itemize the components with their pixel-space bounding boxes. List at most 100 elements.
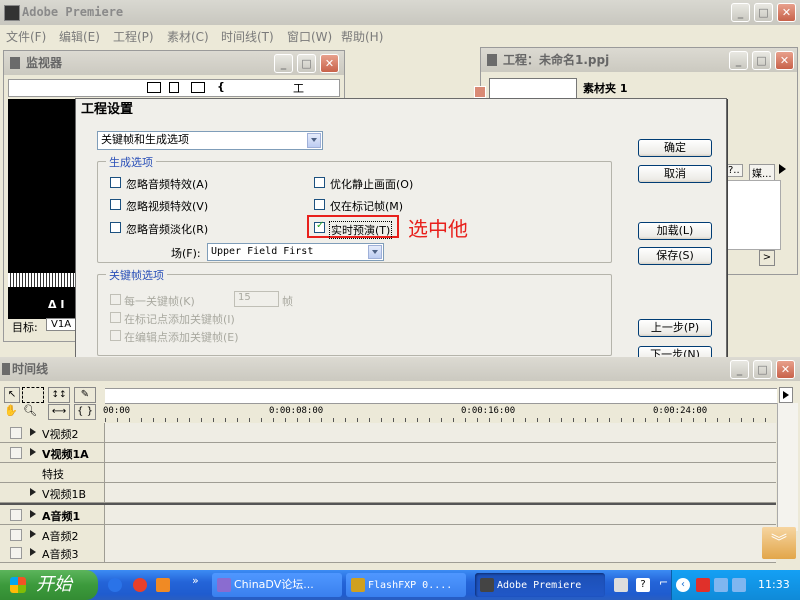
maximize-button[interactable]: □ [754, 3, 773, 22]
optimize-stills-label[interactable]: 优化静止画面(O) [330, 176, 413, 192]
project-column-b[interactable]: 媒... [749, 164, 775, 181]
track-lane[interactable] [105, 505, 776, 524]
ok-button[interactable]: 确定 [638, 139, 712, 157]
track-video-1a[interactable]: V视频1A [0, 443, 776, 463]
network-icon-2[interactable] [732, 578, 746, 592]
track-lane[interactable] [105, 525, 776, 544]
ignore-audio-fades-checkbox[interactable] [110, 222, 121, 233]
eye-toggle-icon[interactable] [10, 427, 22, 439]
track-lane[interactable] [105, 463, 776, 482]
project-close-button[interactable]: ✕ [775, 51, 794, 70]
ignore-audio-fades-label[interactable]: 忽略音频淡化(R) [126, 221, 208, 237]
project-column-a[interactable]: ?.. [725, 164, 743, 177]
track-lane[interactable] [105, 483, 776, 502]
razor-tool-icon[interactable]: ⟷ [48, 404, 70, 420]
hand-tool-icon[interactable]: ✋ [4, 404, 18, 418]
load-button[interactable]: 加载(L) [638, 222, 712, 240]
pen-tool-icon[interactable]: ✎ [74, 387, 96, 403]
network-icon[interactable] [714, 578, 728, 592]
timeline-vscroll[interactable] [777, 403, 798, 531]
track-transition[interactable]: 特技 [0, 463, 776, 483]
menu-help[interactable]: 帮助(H) [341, 28, 383, 45]
tray-extra-icon[interactable]: ⌐ [659, 576, 668, 589]
chevron-down-icon[interactable] [307, 133, 321, 148]
range-select-tool-icon[interactable] [22, 387, 44, 403]
track-audio-2[interactable]: A音频2 [0, 525, 776, 545]
single-view-icon[interactable] [169, 82, 179, 93]
track-audio-1[interactable]: A音频1 [0, 505, 776, 525]
track-lane[interactable] [105, 443, 776, 462]
add-at-markers-checkbox[interactable] [110, 312, 121, 323]
menu-window[interactable]: 窗口(W) [287, 28, 332, 45]
ruler-scroll-right-icon[interactable] [779, 387, 793, 403]
dual-view-icon[interactable] [191, 82, 205, 93]
eye-toggle-icon[interactable] [10, 447, 22, 459]
timeline-close-button[interactable]: ✕ [776, 360, 795, 379]
every-keyframe-checkbox[interactable] [110, 294, 121, 305]
project-bin-label[interactable]: 素材夹 1 [583, 80, 627, 96]
markers-only-checkbox[interactable] [314, 199, 325, 210]
track-lane[interactable] [105, 543, 776, 562]
keyboard-icon[interactable] [614, 578, 628, 592]
expand-icon[interactable] [30, 448, 36, 456]
minimize-button[interactable]: _ [731, 3, 750, 22]
monitor-maximize-button[interactable]: □ [297, 54, 316, 73]
markers-only-label[interactable]: 仅在标记帧(M) [330, 198, 403, 214]
track-lane[interactable] [105, 423, 776, 442]
chevron-down-icon[interactable] [368, 245, 382, 259]
project-hscroll-right-icon[interactable]: > [759, 250, 775, 266]
monitor-close-button[interactable]: ✕ [320, 54, 339, 73]
add-at-edits-checkbox[interactable] [110, 330, 121, 341]
speaker-toggle-icon[interactable] [10, 529, 22, 541]
in-out-tool-icon[interactable]: { } [74, 404, 96, 420]
tray-expand-icon[interactable]: ‹ [676, 578, 690, 592]
menu-clip[interactable]: 素材(C) [167, 28, 209, 45]
keyframe-interval-input[interactable]: 15 [234, 291, 279, 307]
expand-icon[interactable] [30, 548, 36, 556]
timeline-ruler[interactable]: 00:00 0:00:08:00 0:00:16:00 0:00:24:00 [103, 386, 777, 422]
track-video-2[interactable]: V视频2 [0, 423, 776, 443]
menu-timeline[interactable]: 时间线(T) [221, 28, 274, 45]
task-chinadv[interactable]: ChinaDV论坛... [212, 573, 342, 597]
menu-file[interactable]: 文件(F) [6, 28, 46, 45]
expand-icon[interactable] [30, 530, 36, 538]
task-flashfxp[interactable]: FlashFXP 0.... [346, 573, 466, 597]
ignore-video-effects-checkbox[interactable] [110, 199, 121, 210]
project-minimize-button[interactable]: _ [729, 51, 748, 70]
save-button[interactable]: 保存(S) [638, 247, 712, 265]
ignore-video-effects-label[interactable]: 忽略视频特效(V) [126, 198, 208, 214]
menu-project[interactable]: 工程(P) [113, 28, 154, 45]
quick-launch-more-icon[interactable]: » [192, 574, 199, 587]
ie-icon[interactable] [108, 578, 122, 592]
expand-icon[interactable] [30, 488, 36, 496]
target-select[interactable]: V1A [46, 318, 77, 331]
quick-launch-icon-2[interactable] [133, 578, 147, 592]
task-premiere[interactable]: Adobe Premiere [475, 573, 605, 597]
monitor-minimize-button[interactable]: _ [274, 54, 293, 73]
project-maximize-button[interactable]: □ [752, 51, 771, 70]
close-button[interactable]: ✕ [777, 3, 796, 22]
zoom-tool-icon[interactable]: 🔍︎ [22, 404, 38, 418]
cancel-button[interactable]: 取消 [638, 165, 712, 183]
track-video-1b[interactable]: V视频1B [0, 483, 776, 503]
expand-tracks-icon[interactable]: ︾ [762, 527, 796, 559]
ignore-audio-effects-checkbox[interactable] [110, 177, 121, 188]
ignore-audio-effects-label[interactable]: 忽略音频特效(A) [126, 176, 208, 192]
realtime-preview-checkbox[interactable]: ✓ [314, 220, 325, 233]
ruler-scrollbar[interactable] [105, 388, 777, 404]
realtime-preview-label[interactable]: 实时预演(T) [329, 221, 393, 239]
view-mode-icon[interactable] [147, 82, 161, 93]
expand-icon[interactable] [30, 428, 36, 436]
speaker-toggle-icon[interactable] [10, 509, 22, 521]
project-scroll-right-icon[interactable] [779, 164, 786, 174]
expand-icon[interactable] [30, 510, 36, 518]
optimize-stills-checkbox[interactable] [314, 177, 325, 188]
track-audio-3[interactable]: A音频3 [0, 543, 776, 563]
speaker-toggle-icon[interactable] [10, 547, 22, 559]
previous-button[interactable]: 上一步(P) [638, 319, 712, 337]
help-icon[interactable]: ? [636, 578, 650, 592]
quick-launch-icon-3[interactable] [156, 578, 170, 592]
timeline-maximize-button[interactable]: □ [753, 360, 772, 379]
settings-category-select[interactable]: 关键帧和生成选项 [97, 131, 323, 150]
field-order-select[interactable]: Upper Field First [207, 243, 384, 261]
